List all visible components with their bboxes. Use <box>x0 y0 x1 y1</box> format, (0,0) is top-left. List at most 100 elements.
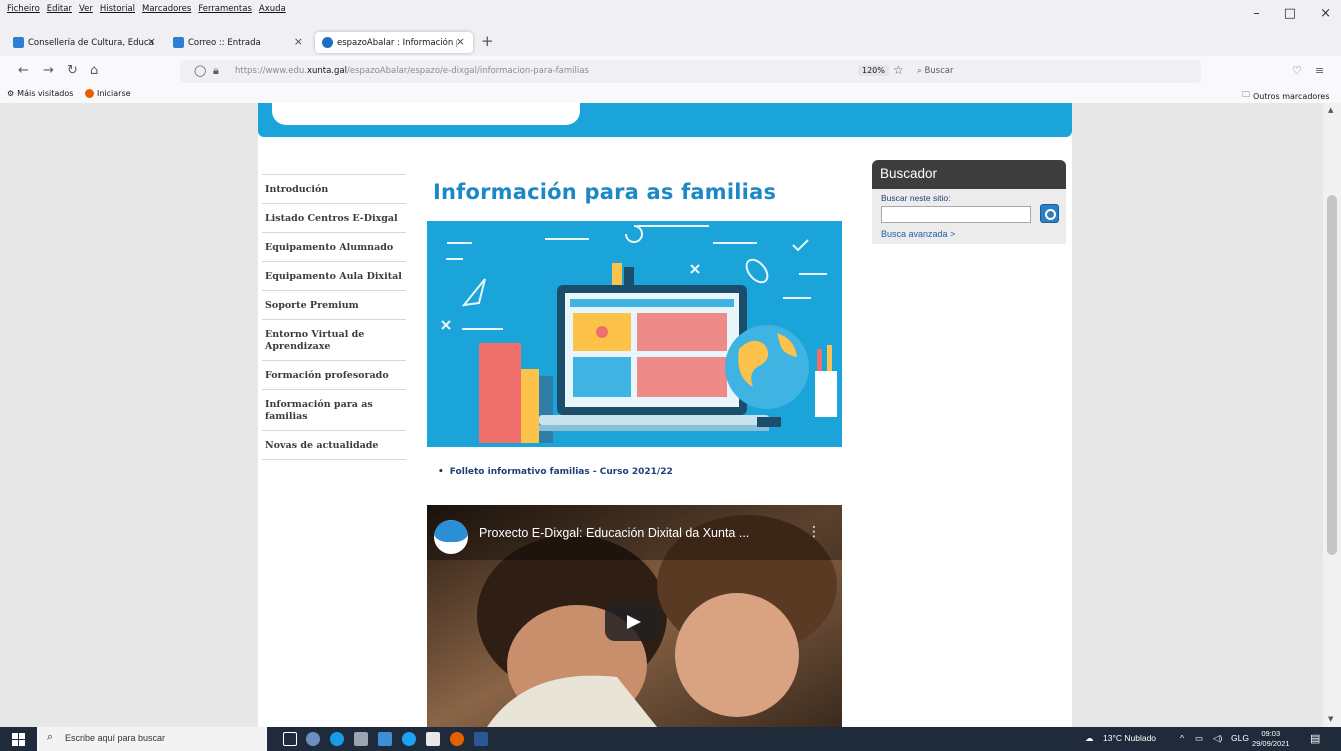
nav-equipamento-aula[interactable]: Equipamento Aula Dixital <box>262 262 406 291</box>
word-icon[interactable] <box>474 732 488 746</box>
nav-listado-centros[interactable]: Listado Centros E-Dixgal <box>262 204 406 233</box>
tab-label: espazoAbalar : Información par <box>337 37 457 48</box>
notifications-icon[interactable]: ▤ <box>1310 732 1320 745</box>
nav-introducion[interactable]: Introdución <box>262 175 406 204</box>
mail-icon[interactable] <box>378 732 392 746</box>
nav-novas[interactable]: Novas de actualidade <box>262 431 406 460</box>
shield-icon[interactable]: ◯ <box>194 64 206 77</box>
menu-list: Ficheiro Editar Ver Historial Marcadores… <box>7 4 286 14</box>
menu-ferramentas[interactable]: Ferramentas <box>198 4 252 14</box>
window-controls: – □ × <box>1253 6 1331 21</box>
bookmark-most-visited[interactable]: ⚙ Máis visitados <box>7 89 73 98</box>
tray-chevron-icon[interactable]: ^ <box>1180 733 1184 743</box>
folleto-link[interactable]: Folleto informativo familias - Curso 202… <box>438 467 673 477</box>
bookmark-label: Máis visitados <box>17 89 74 98</box>
taskbar: ⌕ Escribe aquí para buscar ☁ 13°C Nublad… <box>0 727 1341 751</box>
folder-icon: 🗀 <box>1242 90 1250 99</box>
internet-explorer-icon[interactable] <box>402 732 416 746</box>
clock-time: 09:03 <box>1261 729 1281 738</box>
firefox-icon <box>85 89 94 98</box>
taskbar-search[interactable]: ⌕ Escribe aquí para buscar <box>37 727 267 751</box>
scroll-up-icon[interactable]: ▲ <box>1328 106 1333 114</box>
search-label: Buscar neste sitio: <box>881 193 951 203</box>
more-options-icon[interactable]: ⋮ <box>807 524 821 540</box>
bookmark-label: Iniciarse <box>97 89 131 98</box>
bookmark-star-icon[interactable]: ☆ <box>893 63 904 77</box>
tab-label: Correo :: Entrada <box>188 37 261 48</box>
gear-icon: ⚙ <box>7 89 15 98</box>
maximize-button[interactable]: □ <box>1284 6 1296 21</box>
tab-conselleria[interactable]: Consellería de Cultura, Educació × <box>6 32 164 53</box>
menu-editar[interactable]: Editar <box>47 4 72 14</box>
banner-menu-pill <box>272 103 580 125</box>
bookmark-other[interactable]: 🗀 Outros marcadores <box>1242 89 1330 103</box>
language-indicator[interactable]: GLG <box>1231 733 1249 743</box>
vertical-scrollbar[interactable]: ▲ ▼ <box>1323 103 1341 727</box>
nav-bar: ← → ↻ ⌂ ◯ 🔒︎ https://www.edu.xunta.gal/e… <box>0 56 1341 88</box>
volume-icon[interactable]: ◁) <box>1213 733 1222 744</box>
site-search-box: Buscador Buscar neste sitio: Busca avanz… <box>872 160 1066 244</box>
edge-icon[interactable] <box>330 732 344 746</box>
lock-icon[interactable]: 🔒︎ <box>213 64 219 78</box>
forward-icon[interactable]: → <box>43 63 54 78</box>
clock-date: 29/09/2021 <box>1252 739 1290 748</box>
menu-marcadores[interactable]: Marcadores <box>142 4 191 14</box>
page-title: Información para as familias <box>433 180 777 204</box>
pocket-icon[interactable]: ♡ <box>1292 64 1302 77</box>
url-text[interactable]: https://www.edu.xunta.gal/espazoAbalar/e… <box>235 66 589 76</box>
nav-equipamento-alumnado[interactable]: Equipamento Alumnado <box>262 233 406 262</box>
menu-axuda[interactable]: Axuda <box>259 4 286 14</box>
calculator-icon[interactable] <box>354 732 368 746</box>
illustration-svg <box>441 225 837 443</box>
bookmark-get-started[interactable]: Iniciarse <box>85 89 131 98</box>
hamburger-menu-icon[interactable]: ≡ <box>1315 64 1324 77</box>
site-banner <box>258 103 1072 137</box>
video-title[interactable]: Proxecto E-Dixgal: Educación Dixital da … <box>479 526 749 540</box>
youtube-video[interactable]: Proxecto E-Dixgal: Educación Dixital da … <box>427 505 842 727</box>
taskbar-search-placeholder: Escribe aquí para buscar <box>65 733 166 743</box>
minimize-button[interactable]: – <box>1253 6 1260 21</box>
weather-icon[interactable]: ☁ <box>1085 733 1094 744</box>
clock[interactable]: 09:03 29/09/2021 <box>1252 729 1290 749</box>
menu-ficheiro[interactable]: Ficheiro <box>7 4 40 14</box>
close-window-button[interactable]: × <box>1320 6 1331 21</box>
network-icon[interactable]: ▭ <box>1195 733 1203 744</box>
scroll-thumb[interactable] <box>1327 195 1337 555</box>
weather-text[interactable]: 13°C Nublado <box>1103 733 1156 743</box>
tab-correo[interactable]: Correo :: Entrada × <box>166 32 311 53</box>
windows-start-icon[interactable] <box>12 733 25 746</box>
play-button[interactable] <box>605 603 661 641</box>
tab-espazoabalar[interactable]: espazoAbalar : Información par × <box>315 32 473 53</box>
tab-label: Consellería de Cultura, Educació <box>28 37 153 48</box>
new-tab-button[interactable]: + <box>481 32 494 50</box>
channel-avatar[interactable] <box>434 520 468 554</box>
menu-historial[interactable]: Historial <box>100 4 135 14</box>
page-viewport: Introdución Listado Centros E-Dixgal Equ… <box>0 103 1323 727</box>
firefox-icon[interactable] <box>450 732 464 746</box>
nav-formacion[interactable]: Formación profesorado <box>262 361 406 390</box>
nav-soporte-premium[interactable]: Soporte Premium <box>262 291 406 320</box>
menu-bar: Ficheiro Editar Ver Historial Marcadores… <box>0 0 1341 30</box>
page-content: Introdución Listado Centros E-Dixgal Equ… <box>258 103 1072 727</box>
app-icon[interactable] <box>306 732 320 746</box>
close-tab-icon[interactable]: × <box>147 35 156 48</box>
back-icon[interactable]: ← <box>18 63 29 78</box>
search-icon[interactable] <box>1040 204 1059 223</box>
close-tab-icon[interactable]: × <box>456 35 465 48</box>
search-field[interactable]: ⌕ Buscar <box>917 66 954 76</box>
store-icon[interactable] <box>426 732 440 746</box>
task-view-icon[interactable] <box>283 732 297 746</box>
reload-icon[interactable]: ↻ <box>67 63 78 78</box>
search-icon: ⌕ <box>47 731 54 743</box>
home-icon[interactable]: ⌂ <box>90 63 98 78</box>
advanced-search-link[interactable]: Busca avanzada > <box>881 229 955 239</box>
nav-informacion-familias[interactable]: Información para as familias <box>262 390 406 431</box>
scroll-down-icon[interactable]: ▼ <box>1328 715 1333 723</box>
nav-entorno-virtual[interactable]: Entorno Virtual de Aprendizaxe <box>262 320 406 361</box>
close-tab-icon[interactable]: × <box>294 35 303 48</box>
url-bar[interactable]: ◯ 🔒︎ https://www.edu.xunta.gal/espazoAba… <box>180 60 1201 83</box>
zoom-badge[interactable]: 120% <box>858 65 889 76</box>
bookmarks-bar: ⚙ Máis visitados Iniciarse 🗀 Outros marc… <box>0 88 1341 103</box>
menu-ver[interactable]: Ver <box>79 4 93 14</box>
site-search-input[interactable] <box>881 206 1031 223</box>
